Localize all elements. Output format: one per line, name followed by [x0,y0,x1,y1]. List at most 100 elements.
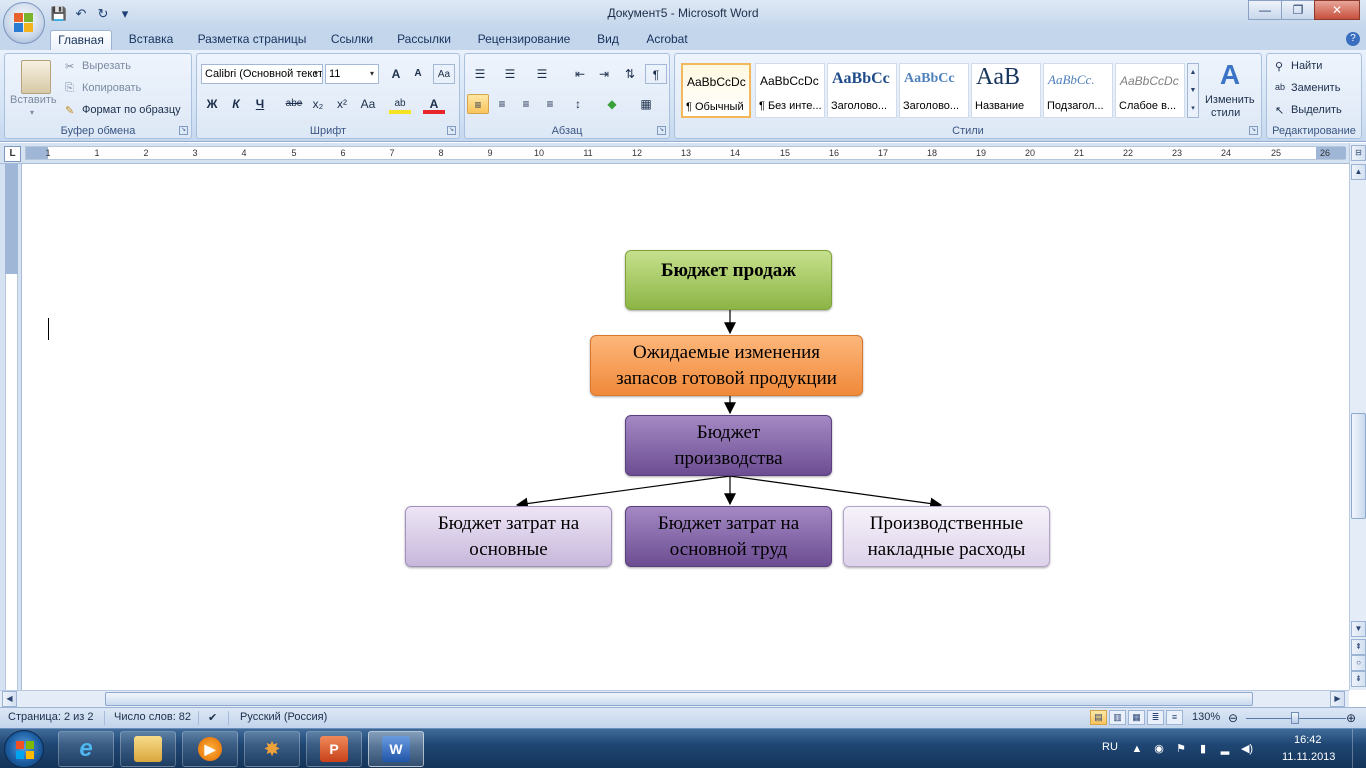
select-button[interactable]: Выделить [1291,104,1342,116]
tab-mailings[interactable]: Рассылки [392,30,456,50]
clock-time[interactable]: 16:42 [1294,734,1322,746]
subscript-button[interactable]: x₂ [307,94,329,114]
scroll-up-icon[interactable]: ▲ [1351,164,1366,180]
style-heading-2[interactable]: AaBbCc Заголово... [899,63,969,118]
language-indicator[interactable]: Русский (Россия) [240,711,327,723]
tab-view[interactable]: Вид [590,30,626,50]
change-styles-line2[interactable]: стили [1211,107,1240,119]
tab-selector[interactable]: L [4,146,21,162]
input-language[interactable]: RU [1102,741,1118,753]
style-title[interactable]: AaB Название [971,63,1041,118]
clock-date[interactable]: 11.11.2013 [1282,751,1335,763]
align-left-icon[interactable]: ≡ [467,94,489,114]
paste-button[interactable]: Вставить [10,94,57,106]
align-center-icon[interactable]: ≡ [491,94,513,114]
change-styles-line1[interactable]: Изменить [1205,94,1255,106]
zoom-in-icon[interactable]: ⊕ [1346,711,1356,725]
tab-page-layout[interactable]: Разметка страницы [192,30,312,50]
vertical-scroll-thumb[interactable] [1351,413,1366,519]
style-subtitle[interactable]: AaBbCc. Подзагол... [1043,63,1113,118]
tab-home[interactable]: Главная [50,30,112,50]
office-button[interactable] [3,2,45,44]
print-layout-icon[interactable]: ▤ [1090,710,1107,725]
full-screen-reading-icon[interactable]: ▥ [1109,710,1126,725]
next-page-icon[interactable]: ⇟ [1351,671,1366,687]
tab-insert[interactable]: Вставка [122,30,180,50]
vertical-ruler[interactable] [0,164,22,690]
cut-icon[interactable]: ✂ [65,60,74,73]
taskbar-media-player[interactable]: ▶ [182,731,238,767]
word-count[interactable]: Число слов: 82 [114,711,191,723]
styles-launcher-icon[interactable]: ↘ [1249,126,1258,135]
draft-icon[interactable]: ≡ [1166,710,1183,725]
increase-indent-icon[interactable]: ⇥ [593,64,615,84]
font-color-button[interactable]: A [423,94,445,114]
vertical-scrollbar[interactable]: ⊟ ▲ ▼ ⇞ ○ ⇟ [1349,143,1366,690]
flag-icon[interactable]: ⚑ [1174,743,1188,756]
align-right-icon[interactable]: ≡ [515,94,537,114]
previous-page-icon[interactable]: ⇞ [1351,639,1366,655]
cut-button[interactable]: Вырезать [82,60,131,72]
style-subtle-emphasis[interactable]: AaBbCcDc Слабое в... [1115,63,1185,118]
highlight-button[interactable]: ab [389,94,411,114]
select-icon[interactable]: ↖ [1275,104,1284,117]
strikethrough-button[interactable]: abe [283,94,305,114]
font-launcher-icon[interactable]: ↘ [447,126,456,135]
styles-scroll-icon[interactable]: ▲ ▼ ▾ [1187,63,1199,118]
node-overhead-budget[interactable]: Производственные накладные расходы [843,506,1050,567]
format-painter-icon[interactable]: ✎ [65,104,74,117]
style-heading-1[interactable]: AaBbCc Заголово... [827,63,897,118]
change-case-button[interactable]: Aa [357,94,379,114]
browse-object-icon[interactable]: ○ [1351,655,1366,671]
style-normal[interactable]: AaBbCcDc ¶ Обычный [681,63,751,118]
battery-icon[interactable]: ▮ [1196,743,1210,756]
node-materials-budget[interactable]: Бюджет затрат на основные [405,506,612,567]
copy-button[interactable]: Копировать [82,82,141,94]
horizontal-scroll-thumb[interactable] [105,692,1253,706]
web-layout-icon[interactable]: ▦ [1128,710,1145,725]
close-button[interactable]: ✕ [1314,0,1360,20]
proofing-icon[interactable]: ✔ [208,711,217,724]
scroll-down-icon[interactable]: ▼ [1351,621,1366,637]
page-indicator[interactable]: Страница: 2 из 2 [8,711,94,723]
scroll-left-icon[interactable]: ◀ [2,691,17,707]
show-hidden-icons-icon[interactable]: ▲ [1130,743,1144,756]
horizontal-ruler[interactable]: 2112345678910111213141516171819202122232… [0,143,1366,164]
line-spacing-icon[interactable]: ↕ [567,94,589,114]
bold-button[interactable]: Ж [201,94,223,114]
grow-font-button[interactable]: A [385,64,407,84]
multilevel-list-icon[interactable]: ☰ [531,64,553,84]
node-production-budget[interactable]: Бюджет производства [625,415,832,476]
network-status-icon[interactable]: ◉ [1152,743,1166,756]
taskbar-paint[interactable]: ✸ [244,731,300,767]
italic-button[interactable]: К [225,94,247,114]
minimize-button[interactable]: — [1248,0,1282,20]
borders-icon[interactable]: ▦ [635,94,657,114]
numbering-icon[interactable]: ☰ [499,64,521,84]
replace-button[interactable]: Заменить [1291,82,1340,94]
font-name-combo[interactable]: Calibri (Основной текст) ▾ [201,64,323,84]
style-no-spacing[interactable]: AaBbCcDc ¶ Без инте... [755,63,825,118]
taskbar-explorer[interactable] [120,731,176,767]
outline-icon[interactable]: ≣ [1147,710,1164,725]
tab-review[interactable]: Рецензирование [470,30,578,50]
maximize-button[interactable]: ❐ [1281,0,1315,20]
zoom-slider-thumb[interactable] [1291,712,1299,724]
taskbar-powerpoint[interactable]: P [306,731,362,767]
taskbar-word[interactable]: W [368,731,424,767]
taskbar-internet-explorer[interactable]: e [58,731,114,767]
tab-acrobat[interactable]: Acrobat [638,30,696,50]
node-labor-budget[interactable]: Бюджет затрат на основной труд [625,506,832,567]
find-icon[interactable]: ⚲ [1275,60,1283,73]
bullets-icon[interactable]: ☰ [469,64,491,84]
paragraph-launcher-icon[interactable]: ↘ [657,126,666,135]
copy-icon[interactable]: ⎘ [65,82,74,95]
node-inventory-changes[interactable]: Ожидаемые изменения запасов готовой прод… [590,335,863,396]
clear-formatting-button[interactable]: Aa [433,64,455,84]
horizontal-scrollbar[interactable]: ◀ ▶ [0,690,1349,707]
superscript-button[interactable]: x² [331,94,353,114]
zoom-level[interactable]: 130% [1192,711,1220,723]
sort-icon[interactable]: ⇅ [619,64,641,84]
font-size-combo[interactable]: 11 ▾ [325,64,379,84]
signal-icon[interactable]: ▂ [1218,743,1232,756]
